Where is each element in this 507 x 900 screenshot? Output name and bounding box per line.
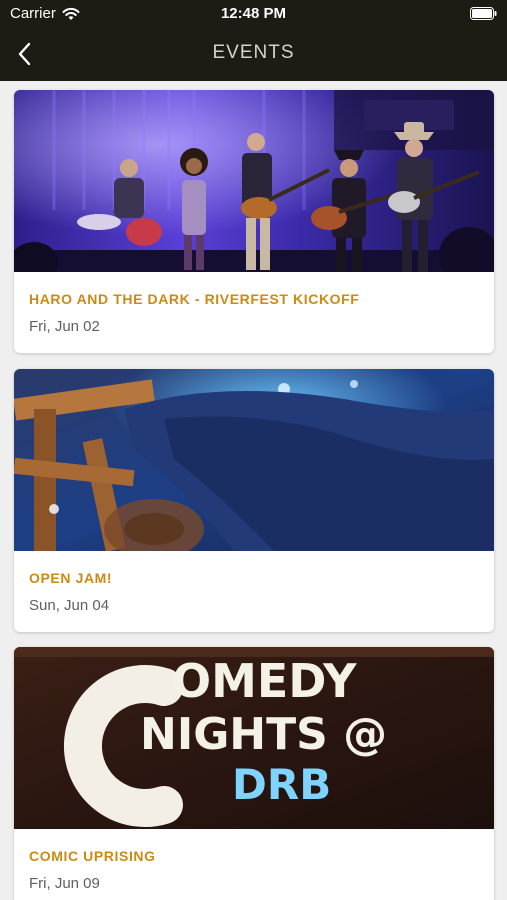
navigation-bar: EVENTS	[0, 28, 507, 81]
events-list[interactable]: HARO AND THE DARK - RIVERFEST KICKOFF Fr…	[0, 81, 507, 900]
event-date: Fri, Jun 02	[29, 318, 100, 335]
event-date: Sun, Jun 04	[29, 597, 110, 614]
event-title: OPEN JAM!	[29, 570, 113, 586]
poster-line-2: NIGHTS @	[140, 709, 387, 760]
event-title: HARO AND THE DARK - RIVERFEST KICKOFF	[29, 291, 360, 307]
poster-line-1: OMEDY	[172, 654, 357, 708]
event-title: COMIC UPRISING	[29, 848, 156, 864]
event-date: Fri, Jun 09	[29, 875, 100, 892]
battery-icon	[470, 7, 497, 20]
poster-line-3: DRB	[232, 760, 331, 809]
event-card[interactable]: HARO AND THE DARK - RIVERFEST KICKOFF Fr…	[14, 90, 494, 353]
event-image: OMEDY NIGHTS @ DRB	[14, 647, 494, 829]
event-image	[14, 90, 494, 272]
status-time: 12:48 PM	[220, 5, 287, 22]
event-card[interactable]: OMEDY NIGHTS @ DRB COMIC UPRISING Fri, J…	[14, 647, 494, 900]
page-title: EVENTS	[212, 42, 295, 63]
event-image	[14, 369, 494, 551]
event-card[interactable]: OPEN JAM! Sun, Jun 04	[14, 369, 494, 632]
status-bar: Carrier 12:48 PM	[0, 0, 507, 28]
